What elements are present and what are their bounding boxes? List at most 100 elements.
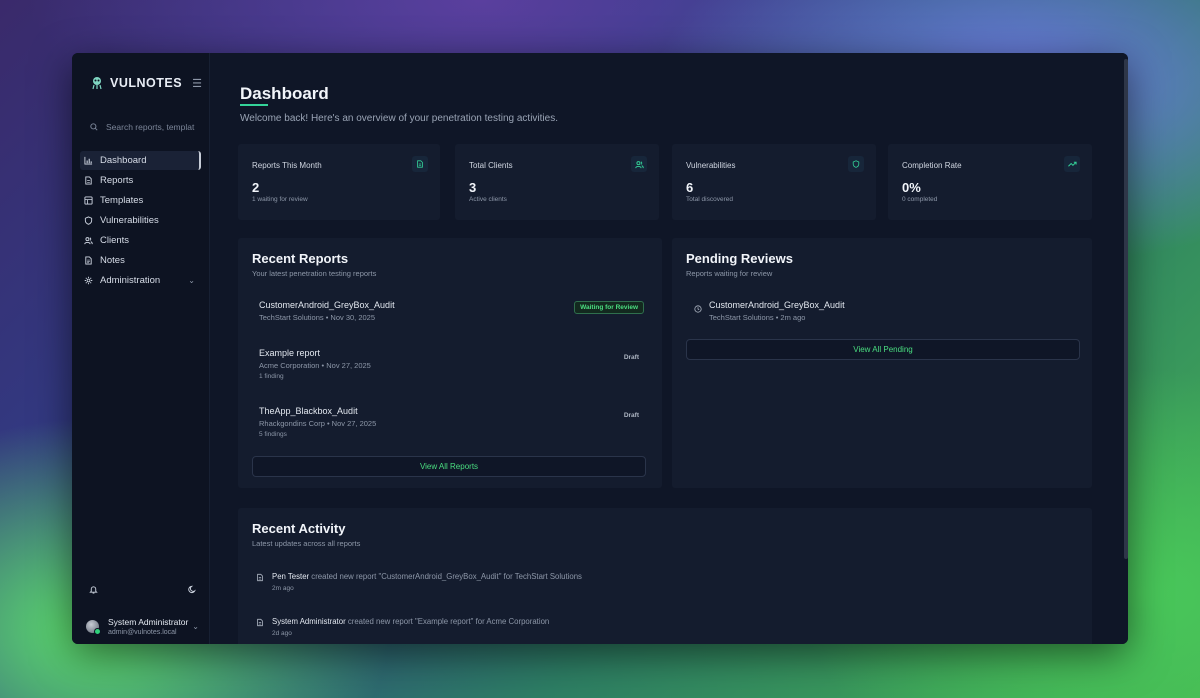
stat-label: Reports This Month <box>252 161 322 170</box>
stat-label: Total Clients <box>469 161 513 170</box>
utility-row <box>72 580 209 598</box>
activity-item: System Administrator created new report … <box>256 617 549 637</box>
users-icon <box>631 156 647 172</box>
panel-title: Recent Activity <box>252 521 346 536</box>
template-icon <box>84 196 93 205</box>
shield-icon <box>84 216 93 225</box>
activity-actor: Pen Tester <box>272 572 310 581</box>
stat-label: Completion Rate <box>902 161 962 170</box>
chevron-down-icon: ⌄ <box>192 621 199 631</box>
stat-note: 0 completed <box>902 196 938 203</box>
panel-title: Recent Reports <box>252 251 349 266</box>
stat-card-vulnerabilities: Vulnerabilities 6 Total discovered <box>672 144 876 220</box>
title-accent <box>240 104 268 106</box>
sidebar-item-vulnerabilities[interactable]: Vulnerabilities <box>80 211 201 230</box>
brand-name: VULNOTES <box>110 76 183 90</box>
status-badge: Draft <box>623 412 639 419</box>
trending-up-icon <box>1064 156 1080 172</box>
sidebar-item-dashboard[interactable]: Dashboard <box>80 151 201 170</box>
sidebar-nav: Dashboard Reports Templates Vulnerabilit… <box>72 151 209 290</box>
sidebar-item-clients[interactable]: Clients <box>80 231 201 250</box>
sidebar-item-label: Reports <box>100 175 134 186</box>
activity-time: 2d ago <box>272 630 292 637</box>
stat-card-clients: Total Clients 3 Active clients <box>455 144 659 220</box>
sidebar: VULNOTES ☰ Search reports, templat Dashb… <box>72 53 210 644</box>
page-title: Dashboard <box>240 84 329 103</box>
activity-description: created new report "Example report" for … <box>345 617 550 626</box>
panel-subtitle: Reports waiting for review <box>686 269 773 278</box>
report-list-item[interactable]: TheApp_Blackbox_Audit Rhackgondins Corp … <box>259 406 644 438</box>
scrollbar[interactable] <box>1124 59 1128 559</box>
stat-note: Total discovered <box>686 196 733 203</box>
user-email: admin@vulnotes.local <box>108 628 177 636</box>
sidebar-item-label: Dashboard <box>100 155 147 166</box>
pending-reviews-panel: Pending Reviews Reports waiting for revi… <box>672 238 1092 488</box>
menu-toggle-icon[interactable]: ☰ <box>192 77 202 90</box>
stat-label: Vulnerabilities <box>686 161 736 170</box>
chevron-down-icon: ⌄ <box>188 276 195 285</box>
stat-value: 2 <box>252 180 260 195</box>
pending-list-item[interactable]: CustomerAndroid_GreyBox_Audit TechStart … <box>694 300 845 322</box>
user-menu[interactable]: System Administrator admin@vulnotes.loca… <box>72 614 209 644</box>
activity-text: System Administrator created new report … <box>272 617 549 626</box>
stat-note: Active clients <box>469 196 507 203</box>
file-icon <box>412 156 428 172</box>
view-all-reports-button[interactable]: View All Reports <box>252 456 646 477</box>
sidebar-item-templates[interactable]: Templates <box>80 191 201 210</box>
sidebar-footer: System Administrator admin@vulnotes.loca… <box>72 580 209 644</box>
main-content: Dashboard Welcome back! Here's an overvi… <box>210 53 1128 644</box>
file-icon <box>257 618 263 627</box>
report-findings: 1 finding <box>259 373 284 380</box>
status-badge: Draft <box>623 354 639 361</box>
recent-activity-panel: Recent Activity Latest updates across al… <box>238 508 1092 644</box>
sidebar-item-label: Vulnerabilities <box>100 215 159 226</box>
search-icon <box>90 123 98 131</box>
page-subtitle: Welcome back! Here's an overview of your… <box>240 113 558 124</box>
activity-text: Pen Tester created new report "CustomerA… <box>272 572 582 581</box>
sidebar-item-label: Administration <box>100 275 161 286</box>
stat-card-reports: Reports This Month 2 1 waiting for revie… <box>238 144 440 220</box>
app-window: VULNOTES ☰ Search reports, templat Dashb… <box>72 53 1128 644</box>
report-meta: TechStart Solutions • 2m ago <box>709 313 806 322</box>
report-list-item[interactable]: Example report Acme Corporation • Nov 27… <box>259 348 644 380</box>
sidebar-item-reports[interactable]: Reports <box>80 171 201 190</box>
report-list-item[interactable]: CustomerAndroid_GreyBox_Audit TechStart … <box>259 300 644 322</box>
sidebar-item-notes[interactable]: Notes <box>80 251 201 270</box>
sidebar-item-administration[interactable]: Administration ⌄ <box>80 271 201 290</box>
user-name: System Administrator <box>108 616 189 627</box>
stat-card-completion: Completion Rate 0% 0 completed <box>888 144 1092 220</box>
view-all-pending-button[interactable]: View All Pending <box>686 339 1080 360</box>
recent-reports-panel: Recent Reports Your latest penetration t… <box>238 238 662 488</box>
logo-icon <box>92 77 102 90</box>
file-icon <box>257 573 263 582</box>
sidebar-item-label: Clients <box>100 235 130 246</box>
report-meta: Rhackgondins Corp • Nov 27, 2025 <box>259 419 377 428</box>
stat-note: 1 waiting for review <box>252 196 308 203</box>
report-name: Example report <box>259 348 321 358</box>
clock-icon <box>694 305 702 313</box>
activity-time: 2m ago <box>272 585 294 592</box>
report-name: TheApp_Blackbox_Audit <box>259 406 358 416</box>
bar-chart-icon <box>84 156 93 165</box>
panel-title: Pending Reviews <box>686 251 793 266</box>
report-findings: 5 findings <box>259 431 287 438</box>
avatar <box>86 619 101 635</box>
activity-actor: System Administrator <box>272 617 346 626</box>
users-icon <box>84 237 93 245</box>
notes-icon <box>85 256 92 265</box>
sidebar-item-label: Notes <box>100 255 125 266</box>
stat-value: 6 <box>686 180 694 195</box>
moon-icon[interactable] <box>188 585 197 594</box>
report-meta: Acme Corporation • Nov 27, 2025 <box>259 361 371 370</box>
sidebar-item-label: Templates <box>100 195 144 206</box>
report-name: CustomerAndroid_GreyBox_Audit <box>709 300 845 310</box>
user-info: System Administrator admin@vulnotes.loca… <box>108 617 192 636</box>
search-input[interactable]: Search reports, templat <box>90 119 209 135</box>
status-badge: Waiting for Review <box>574 301 644 314</box>
search-placeholder: Search reports, templat <box>106 122 195 132</box>
report-meta: TechStart Solutions • Nov 30, 2025 <box>259 313 376 322</box>
activity-description: created new report "CustomerAndroid_Grey… <box>309 572 582 581</box>
bell-icon[interactable] <box>89 585 98 594</box>
stat-value: 0% <box>902 180 921 195</box>
activity-item: Pen Tester created new report "CustomerA… <box>256 572 582 592</box>
